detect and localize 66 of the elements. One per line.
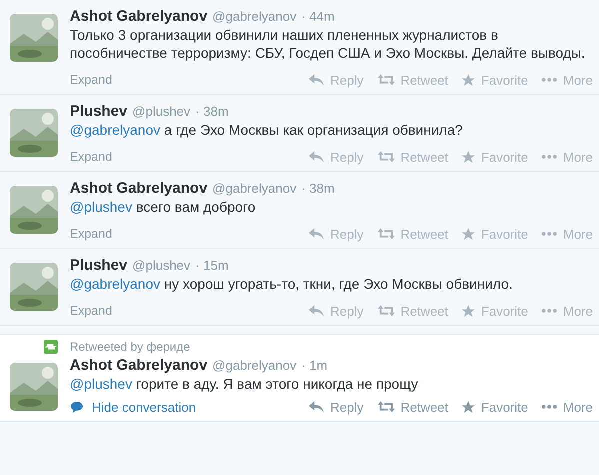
tweet-time[interactable]: · 38m — [302, 181, 335, 196]
retweet-action[interactable]: Retweet — [378, 150, 448, 164]
star-icon — [462, 150, 476, 164]
star-action[interactable]: Favorite — [462, 400, 528, 414]
user-handle[interactable]: @gabrelyanov — [212, 358, 297, 373]
expand-link[interactable]: Expand — [70, 304, 112, 318]
mention-link[interactable]: @gabrelyanov — [70, 276, 160, 292]
more-action[interactable]: More — [542, 226, 593, 242]
more-dots-icon — [542, 78, 558, 82]
more-action[interactable]: More — [542, 400, 593, 414]
reply-arrow-icon — [309, 228, 324, 240]
mention-link[interactable]: @gabrelyanov — [70, 122, 160, 138]
star-action[interactable]: Favorite — [462, 72, 528, 88]
reply-action[interactable]: Reply — [309, 72, 364, 88]
more-action[interactable]: More — [542, 150, 593, 164]
star-action[interactable]: Favorite — [462, 150, 528, 164]
star-icon — [462, 228, 476, 240]
retweet-action[interactable]: Retweet — [378, 72, 448, 88]
tweet-time[interactable]: · 15m — [196, 258, 229, 273]
user-handle[interactable]: @gabrelyanov — [212, 9, 297, 24]
star-icon — [462, 400, 476, 414]
user-name[interactable]: Ashot Gabrelyanov — [70, 8, 208, 25]
more-action[interactable]: More — [542, 72, 593, 88]
reply-arrow-icon — [309, 401, 324, 413]
tweet-text: Только 3 организации обвинили наших плененных журналистов в пособничестве терроризму: СБУ, Госдеп США и Эхо Москвы. Делайте выводы. — [70, 26, 586, 62]
expand-link[interactable]: Expand — [70, 150, 112, 164]
star-icon — [462, 74, 476, 86]
tweet-time[interactable]: · 38m — [196, 104, 229, 119]
user-name[interactable]: Ashot Gabrelyanov — [70, 357, 208, 374]
star-action[interactable]: Favorite — [462, 304, 528, 318]
mention-link[interactable]: @plushev — [70, 376, 132, 392]
speech-bubble-icon — [70, 400, 84, 414]
user-handle[interactable]: @plushev — [132, 104, 191, 119]
more-dots-icon — [542, 232, 558, 236]
reply-action[interactable]: Reply — [309, 226, 364, 242]
user-handle[interactable]: @plushev — [132, 258, 191, 273]
retweeted-by-label: Retweeted by фериде — [70, 340, 190, 354]
retweet-action[interactable]: Retweet — [378, 304, 448, 318]
reply-action[interactable]: Reply — [309, 150, 364, 164]
hide-conversation-link[interactable]: Hide conversation — [70, 400, 196, 414]
reply-arrow-icon — [309, 151, 324, 163]
user-name[interactable]: Plushev — [70, 257, 128, 274]
tweet-text: @gabrelyanov ну хорош угорать-то, ткни, где Эхо Москвы обвинило. — [70, 275, 514, 293]
star-action[interactable]: Favorite — [462, 226, 528, 242]
expand-link[interactable]: Expand — [70, 227, 112, 241]
reply-action[interactable]: Reply — [309, 304, 364, 318]
tweet-text: @gabrelyanov а где Эхо Москвы как организация обвинила? — [70, 121, 464, 139]
tweet-time[interactable]: · 44m — [302, 9, 335, 24]
more-dots-icon — [542, 405, 558, 409]
star-icon — [462, 304, 476, 318]
expand-link[interactable]: Expand — [70, 73, 112, 87]
user-name[interactable]: Plushev — [70, 103, 128, 120]
reply-arrow-icon — [309, 74, 324, 86]
more-action[interactable]: More — [542, 304, 593, 318]
tweet-text: @plushev всего вам доброго — [70, 198, 257, 216]
reply-action[interactable]: Reply — [309, 400, 364, 414]
tweet-text: @plushev горите в аду. Я вам этого никогда не прощу — [70, 375, 420, 393]
reply-arrow-icon — [309, 305, 324, 317]
retweet-action[interactable]: Retweet — [378, 400, 448, 414]
tweet-time[interactable]: · 1m — [302, 358, 328, 373]
mention-link[interactable]: @plushev — [70, 199, 132, 215]
retweet-action[interactable]: Retweet — [378, 226, 448, 242]
more-dots-icon — [542, 155, 558, 159]
more-dots-icon — [542, 309, 558, 313]
user-name[interactable]: Ashot Gabrelyanov — [70, 180, 208, 197]
user-handle[interactable]: @gabrelyanov — [212, 181, 297, 196]
